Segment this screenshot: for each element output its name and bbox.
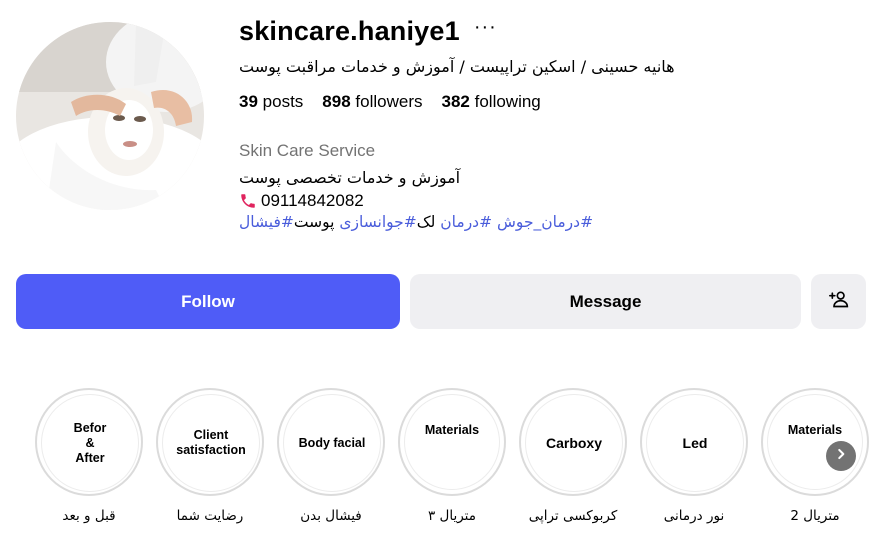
highlight-ring: Befor & After: [35, 388, 143, 496]
highlight-cover: Body facial: [283, 394, 381, 492]
highlight-label: متریال ۳: [428, 508, 476, 524]
posts-label: posts: [262, 92, 304, 111]
followers-stat[interactable]: 898 followers: [322, 92, 422, 112]
bio-word: لک: [416, 213, 436, 231]
highlight-item[interactable]: Body facial فیشال بدن: [277, 388, 385, 528]
profile-page: skincare.haniye1 ··· هانیه حسینی / اسکین…: [0, 0, 871, 534]
username: skincare.haniye1: [239, 15, 460, 46]
followers-label: followers: [355, 92, 423, 111]
highlight-ring: Led: [640, 388, 748, 496]
highlight-item[interactable]: Carboxy کربوکسی تراپی: [519, 388, 627, 528]
following-label: following: [474, 92, 541, 111]
highlight-item[interactable]: Materials متریال ۳: [398, 388, 506, 528]
highlight-label: متریال 2: [790, 508, 840, 524]
following-count: 382: [441, 92, 470, 111]
following-stat[interactable]: 382 following: [442, 92, 541, 112]
suggested-users-button[interactable]: [811, 274, 866, 329]
profile-stats: 39 posts 898 followers 382 following: [239, 92, 541, 112]
highlight-cover-text: Client satisfaction: [176, 428, 246, 457]
highlight-ring: Client satisfaction: [156, 388, 264, 496]
highlight-cover: Materials: [404, 394, 500, 490]
highlight-label: نور درمانی: [663, 508, 725, 524]
more-options-icon[interactable]: ···: [474, 17, 497, 37]
hashtag-link[interactable]: #درمان: [440, 213, 492, 231]
username-row: skincare.haniye1 ···: [239, 12, 497, 50]
avatar-photo: [16, 22, 204, 210]
highlight-ring: Materials: [761, 388, 869, 496]
highlight-cover: Carboxy: [525, 394, 623, 492]
phone-number[interactable]: 09114842082: [261, 191, 364, 211]
highlight-label: فیشال بدن: [300, 508, 362, 524]
phone-icon: [239, 192, 257, 210]
posts-count: 39: [239, 92, 258, 111]
bio-text: آموزش و خدمات تخصصی پوست: [239, 168, 461, 187]
followers-count: 898: [322, 92, 351, 111]
highlight-label: رضایت شما: [176, 508, 244, 524]
chevron-right-icon: [834, 447, 848, 466]
hashtag-link[interactable]: #جوانسازی: [339, 213, 416, 231]
highlight-ring: Materials: [398, 388, 506, 496]
follow-button[interactable]: Follow: [16, 274, 400, 329]
highlight-cover: Led: [646, 394, 744, 492]
hashtag-link[interactable]: #درمان_جوش: [497, 213, 593, 231]
highlight-item[interactable]: Befor & After قبل و بعد: [35, 388, 143, 528]
message-button[interactable]: Message: [410, 274, 801, 329]
profile-avatar[interactable]: [16, 22, 204, 210]
highlight-ring: Body facial: [277, 388, 385, 496]
highlight-cover: Client satisfaction: [162, 394, 260, 492]
highlight-label: قبل و بعد: [62, 508, 116, 524]
bio-phone: 09114842082: [239, 191, 364, 211]
highlight-ring: Carboxy: [519, 388, 627, 496]
hashtag-link[interactable]: #فیشال: [239, 213, 294, 231]
bio-word: پوست: [293, 213, 335, 231]
highlight-label: کربوکسی تراپی: [528, 508, 618, 524]
highlight-item[interactable]: Client satisfaction رضایت شما: [156, 388, 264, 528]
highlights-next-button[interactable]: [826, 441, 856, 471]
highlight-cover-text: Befor & After: [73, 420, 107, 465]
posts-stat[interactable]: 39 posts: [239, 92, 303, 112]
highlight-cover: Befor & After: [41, 394, 139, 492]
profile-category: Skin Care Service: [239, 141, 376, 160]
add-user-icon: [828, 289, 849, 314]
bio-hashtags: #درمان_جوش #درمان لک#جوانسازی پوست#فیشال: [239, 213, 593, 231]
full-name: هانیه حسینی / اسکین تراپیست / آموزش و خد…: [239, 57, 675, 76]
highlight-item[interactable]: Led نور درمانی: [640, 388, 748, 528]
highlight-cover: Materials: [767, 394, 863, 490]
